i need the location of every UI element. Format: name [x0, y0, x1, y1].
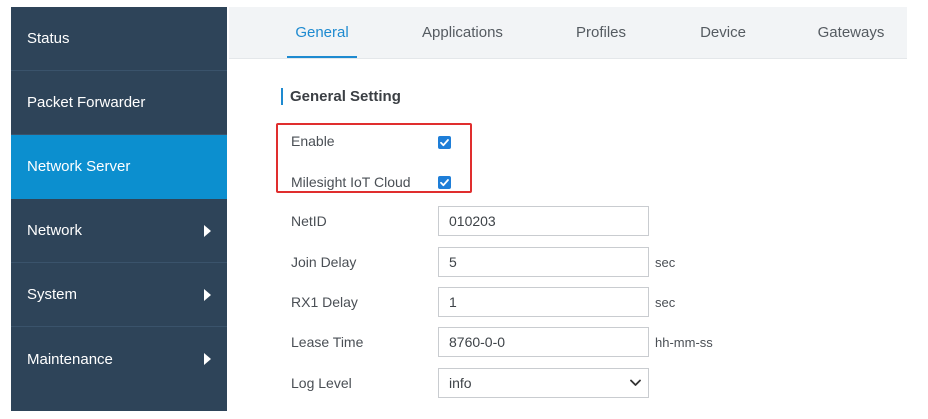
sidebar-item-network-server[interactable]: Network Server: [11, 135, 227, 199]
join-delay-input[interactable]: 5: [438, 247, 649, 277]
chevron-right-icon: [204, 353, 211, 365]
sidebar-item-label: Packet Forwarder: [27, 94, 146, 111]
log-level-select[interactable]: info: [438, 368, 649, 398]
tab-profiles[interactable]: Profiles: [568, 7, 634, 58]
sidebar-item-label: Network Server: [27, 158, 131, 175]
section-title: General Setting: [281, 88, 401, 105]
lease-time-label: Lease Time: [291, 334, 364, 350]
sidebar-item-network[interactable]: Network: [11, 199, 227, 263]
sidebar-item-packet-forwarder[interactable]: Packet Forwarder: [11, 71, 227, 135]
rx1-delay-unit: sec: [655, 295, 676, 310]
checkmark-icon: [440, 179, 449, 187]
tab-general[interactable]: General: [287, 7, 357, 58]
sidebar-item-label: Status: [27, 30, 70, 47]
tab-bar: General Applications Profiles Device Gat…: [229, 7, 907, 59]
tab-label: General: [295, 24, 349, 41]
tab-label: Gateways: [817, 24, 885, 41]
enable-label: Enable: [291, 133, 335, 149]
sidebar-item-system[interactable]: System: [11, 263, 227, 327]
netid-value: 010203: [449, 213, 496, 229]
join-delay-unit: sec: [655, 255, 676, 270]
log-level-label: Log Level: [291, 375, 352, 391]
rx1-delay-input[interactable]: 1: [438, 287, 649, 317]
tab-gateways[interactable]: Gateways: [812, 7, 890, 58]
main-panel: General Applications Profiles Device Gat…: [229, 7, 907, 411]
tab-label: Device: [700, 24, 746, 41]
sidebar-item-label: System: [27, 286, 78, 303]
join-delay-label: Join Delay: [291, 254, 357, 270]
chevron-right-icon: [204, 288, 211, 301]
milesight-cloud-label: Milesight IoT Cloud: [291, 174, 411, 190]
chevron-right-icon: [204, 224, 211, 237]
log-level-value: info: [449, 375, 472, 391]
sidebar-item-status[interactable]: Status: [11, 7, 227, 71]
tab-device[interactable]: Device: [691, 7, 755, 58]
lease-time-unit: hh-mm-ss: [655, 335, 713, 350]
sidebar-item-label: Network: [27, 222, 83, 239]
netid-input[interactable]: 010203: [438, 206, 649, 236]
tab-label: Profiles: [575, 24, 627, 41]
join-delay-value: 5: [449, 254, 457, 270]
milesight-cloud-checkbox[interactable]: [438, 176, 451, 189]
sidebar-nav: Status Packet Forwarder Network Server N…: [11, 7, 227, 411]
checkmark-icon: [440, 139, 449, 147]
tab-label: Applications: [422, 24, 503, 41]
rx1-delay-value: 1: [449, 294, 457, 310]
lease-time-value: 8760-0-0: [449, 334, 506, 350]
sidebar-item-maintenance[interactable]: Maintenance: [11, 327, 227, 391]
lease-time-input[interactable]: 8760-0-0: [438, 327, 649, 357]
enable-checkbox[interactable]: [438, 136, 451, 149]
sidebar-item-label: Maintenance: [27, 350, 113, 368]
chevron-down-icon: [630, 379, 641, 386]
tab-applications[interactable]: Applications: [414, 7, 511, 58]
netid-label: NetID: [291, 213, 327, 229]
rx1-delay-label: RX1 Delay: [291, 294, 358, 310]
